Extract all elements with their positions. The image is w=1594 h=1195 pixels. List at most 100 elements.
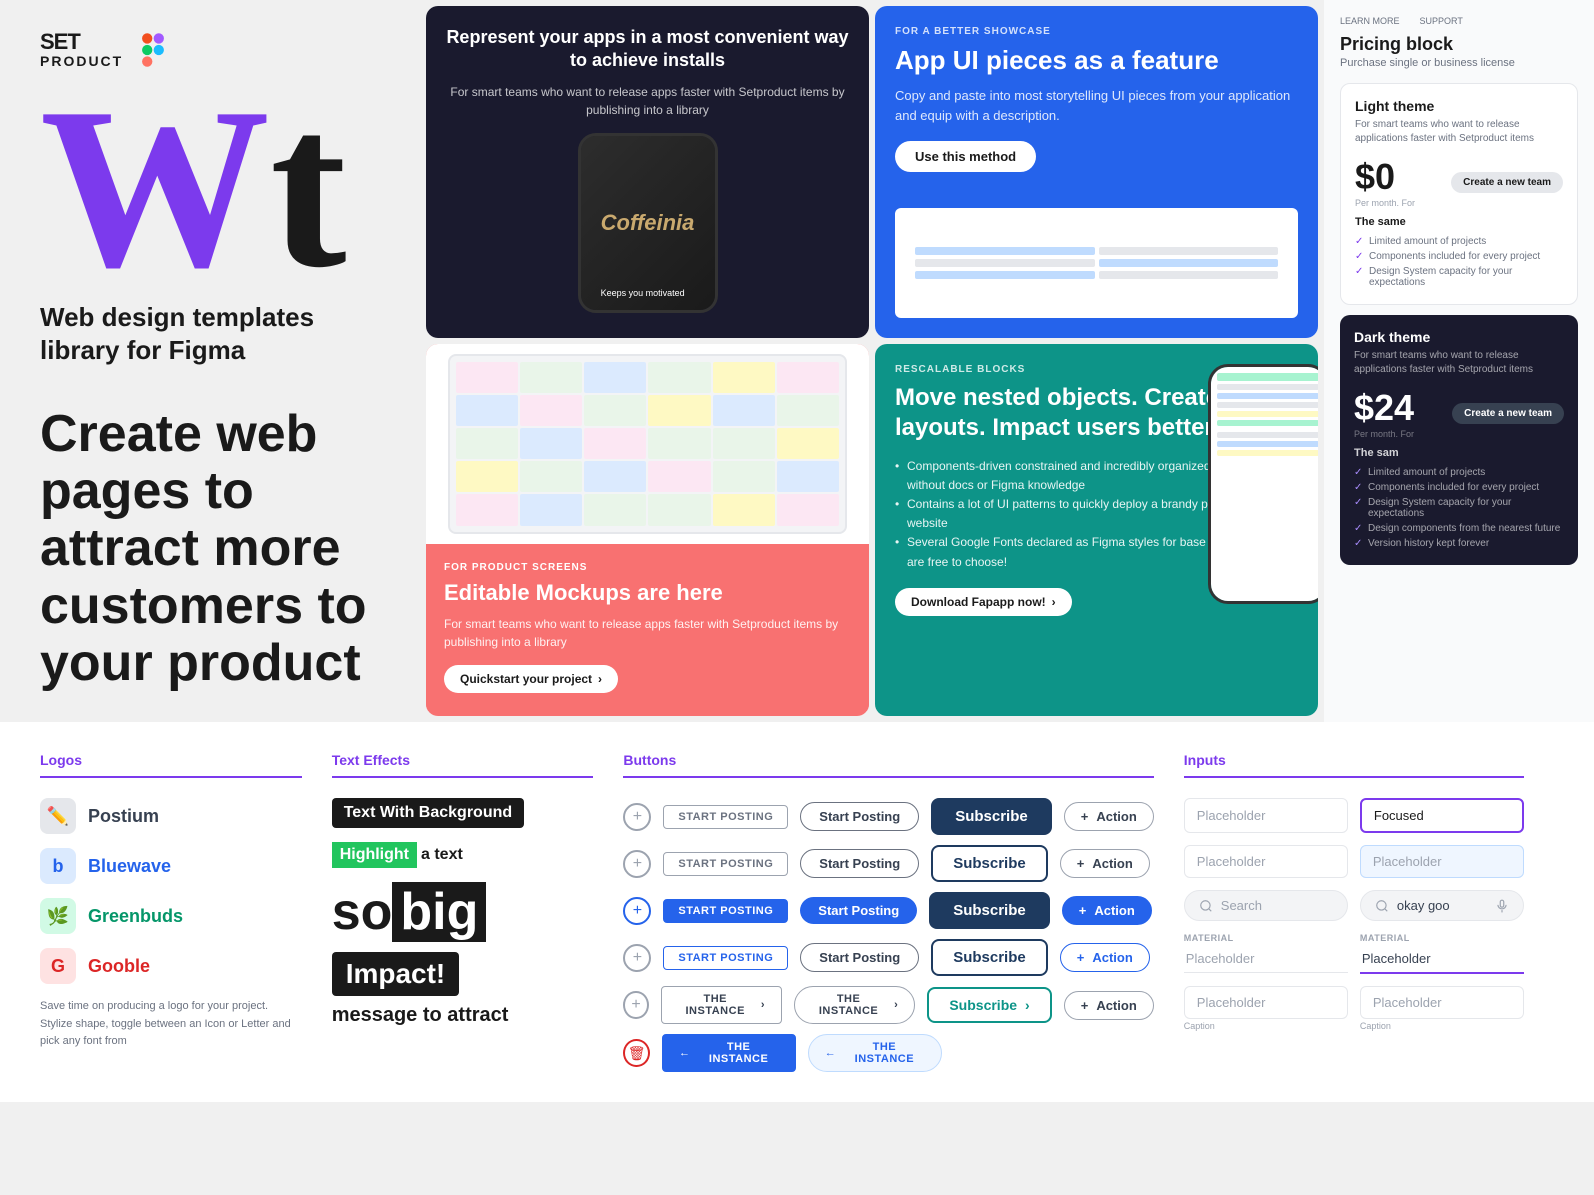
input-material-1[interactable]: MATERIAL Placeholder	[1184, 933, 1348, 974]
pricing-dark-desc: For smart teams who want to release appl…	[1354, 349, 1564, 377]
ios-phone-mockup	[1208, 364, 1318, 604]
caption-placeholder-1: Placeholder	[1197, 995, 1266, 1010]
card-tr-btn[interactable]: Use this method	[895, 141, 1036, 172]
plus-btn-1[interactable]: +	[623, 803, 651, 831]
input-focused-1[interactable]: Focused	[1360, 798, 1524, 833]
subscribe-btn-2[interactable]: Subscribe	[931, 845, 1048, 882]
pricing-card-dark: Dark theme For smart teams who want to r…	[1340, 315, 1578, 565]
subscribe-btn-1[interactable]: Subscribe	[931, 798, 1052, 835]
logo-name-gooble: Gooble	[88, 956, 150, 977]
instance-btn-outline-1[interactable]: THE INSTANCE ›	[661, 986, 782, 1024]
input-placeholder-3[interactable]: Placeholder	[1360, 845, 1524, 878]
start-posting-pill-3[interactable]: Start Posting	[800, 897, 917, 924]
laptop-mockup	[448, 354, 847, 534]
pricing-dark-feature-1: Limited amount of projects	[1354, 465, 1564, 480]
logo-item-gooble: G Gooble	[40, 948, 302, 984]
pricing-dark-btn[interactable]: Create a new team	[1452, 403, 1564, 424]
start-posting-pill-4[interactable]: Start Posting	[800, 943, 919, 972]
plus-icon-action-3: +	[1079, 903, 1087, 918]
pricing-card-light: Light theme For smart teams who want to …	[1340, 83, 1578, 305]
te-highlight-item: Highlight a text	[332, 842, 594, 868]
inputs-grid: Placeholder Focused Placeholder Placehol…	[1184, 798, 1524, 1031]
material-input-1[interactable]: Placeholder	[1184, 945, 1348, 973]
btn-row-3: + START POSTING Start Posting Subscribe …	[623, 892, 1153, 929]
caption-input-box-2[interactable]: Placeholder	[1360, 986, 1524, 1019]
material-input-2[interactable]: Placeholder	[1360, 945, 1524, 974]
the-instance-label-1: THE INSTANCE	[678, 993, 753, 1017]
arrow-left-icon-1: ←	[679, 1047, 691, 1059]
plus-btn-5[interactable]: +	[623, 991, 648, 1019]
input-caption-2[interactable]: Placeholder Caption	[1360, 986, 1524, 1031]
chevron-icon-1: ›	[761, 999, 765, 1011]
chevron-icon-2: ›	[894, 999, 898, 1011]
plus-btn-4[interactable]: +	[623, 944, 651, 972]
input-caption-1[interactable]: Placeholder Caption	[1184, 986, 1348, 1031]
logo-icon-bluewave: b	[40, 848, 76, 884]
input-search-1[interactable]: Search	[1184, 890, 1348, 921]
card-bl-btn[interactable]: Quickstart your project ›	[444, 665, 618, 693]
action-btn-5[interactable]: + Action	[1064, 991, 1154, 1020]
input-placeholder-1[interactable]: Placeholder	[1184, 798, 1348, 833]
inputs-title: Inputs	[1184, 752, 1524, 768]
action-btn-1[interactable]: + Action	[1064, 802, 1154, 831]
search-icon-2	[1375, 899, 1389, 913]
instance-pill-1[interactable]: The Instance ›	[794, 986, 915, 1024]
logos-title: Logos	[40, 752, 302, 768]
text-effects-title: Text Effects	[332, 752, 594, 768]
inputs-column: Inputs Placeholder Focused Placeholder P…	[1184, 752, 1554, 1072]
action-btn-4[interactable]: + Action	[1060, 943, 1150, 972]
te-impact-item: Impact! message to attract	[332, 952, 594, 1027]
subscribe-btn-3[interactable]: Subscribe	[929, 892, 1050, 929]
card-bottom-right: RESCALABLE BLOCKS Move nested objects. C…	[875, 344, 1318, 716]
start-posting-pill-1[interactable]: Start Posting	[800, 802, 919, 831]
logo-icon-gooble: G	[40, 948, 76, 984]
instance-btn-filled-1[interactable]: ← THE INSTANCE	[662, 1034, 796, 1072]
the-instance-pill-label-1: The Instance	[811, 993, 886, 1017]
pricing-dark-price: $24	[1354, 387, 1414, 429]
material-label-2: MATERIAL	[1360, 933, 1524, 943]
card-tr-badge: FOR A BETTER SHOWCASE	[895, 26, 1298, 37]
instance-pill-2[interactable]: ← The Instance	[808, 1034, 942, 1072]
start-posting-outline-4[interactable]: START POSTING	[663, 946, 788, 970]
pricing-nav: LEARN MORE SUPPORT	[1340, 16, 1578, 26]
pricing-feature-2: Components included for every project	[1355, 249, 1563, 264]
pricing-feature-1: Limited amount of projects	[1355, 234, 1563, 249]
caption-input-box-1[interactable]: Placeholder	[1184, 986, 1348, 1019]
start-posting-pill-2[interactable]: Start Posting	[800, 849, 919, 878]
start-posting-outline-1[interactable]: START POSTING	[663, 805, 788, 829]
action-btn-3[interactable]: + Action	[1062, 896, 1152, 925]
pricing-dark-plan: The sam	[1354, 447, 1564, 459]
te-plain-text: a text	[421, 846, 463, 864]
action-btn-2[interactable]: + Action	[1060, 849, 1150, 878]
subscribe-btn-4[interactable]: Subscribe	[931, 939, 1048, 976]
trash-btn-6[interactable]: 🗑	[623, 1039, 650, 1067]
te-big-bg: big	[392, 882, 486, 942]
card-br-btn[interactable]: Download Fapapp now! ›	[895, 588, 1072, 616]
btn-row-2: + START POSTING Start Posting Subscribe …	[623, 845, 1153, 882]
start-posting-outline-2[interactable]: START POSTING	[663, 852, 788, 876]
card-bl-text-area: FOR PRODUCT SCREENS Editable Mockups are…	[426, 544, 869, 712]
input-search-2[interactable]: okay goo	[1360, 890, 1524, 921]
material-value-2: Placeholder	[1362, 951, 1431, 966]
ui-preview	[895, 208, 1298, 318]
pricing-light-desc: For smart teams who want to release appl…	[1355, 118, 1563, 146]
search-placeholder-1: Search	[1221, 898, 1262, 913]
plus-btn-2[interactable]: +	[623, 850, 651, 878]
phone-screen: Coffeinia Keeps you motivated	[581, 136, 715, 310]
card-tr-title: App UI pieces as a feature	[895, 45, 1298, 76]
arrow-right-icon: ›	[1052, 595, 1056, 609]
phone-mockup: Coffeinia Keeps you motivated	[578, 133, 718, 313]
action-label-3: Action	[1094, 903, 1134, 918]
hero-letters: W t	[40, 90, 390, 286]
plus-btn-3[interactable]: +	[623, 897, 651, 925]
input-material-2[interactable]: MATERIAL Placeholder	[1360, 933, 1524, 974]
plus-icon-action-5: +	[1081, 998, 1089, 1013]
focused-text: Focused	[1374, 808, 1424, 823]
te-impact-text: Impact!	[332, 952, 460, 996]
start-posting-outline-3[interactable]: START POSTING	[663, 899, 788, 923]
pricing-subtitle: Purchase single or business license	[1340, 57, 1578, 69]
pricing-light-btn[interactable]: Create a new team	[1451, 172, 1563, 193]
input-placeholder-2[interactable]: Placeholder	[1184, 845, 1348, 878]
subscribe-teal-btn[interactable]: Subscribe ›	[927, 987, 1051, 1023]
search-icon-1	[1199, 899, 1213, 913]
